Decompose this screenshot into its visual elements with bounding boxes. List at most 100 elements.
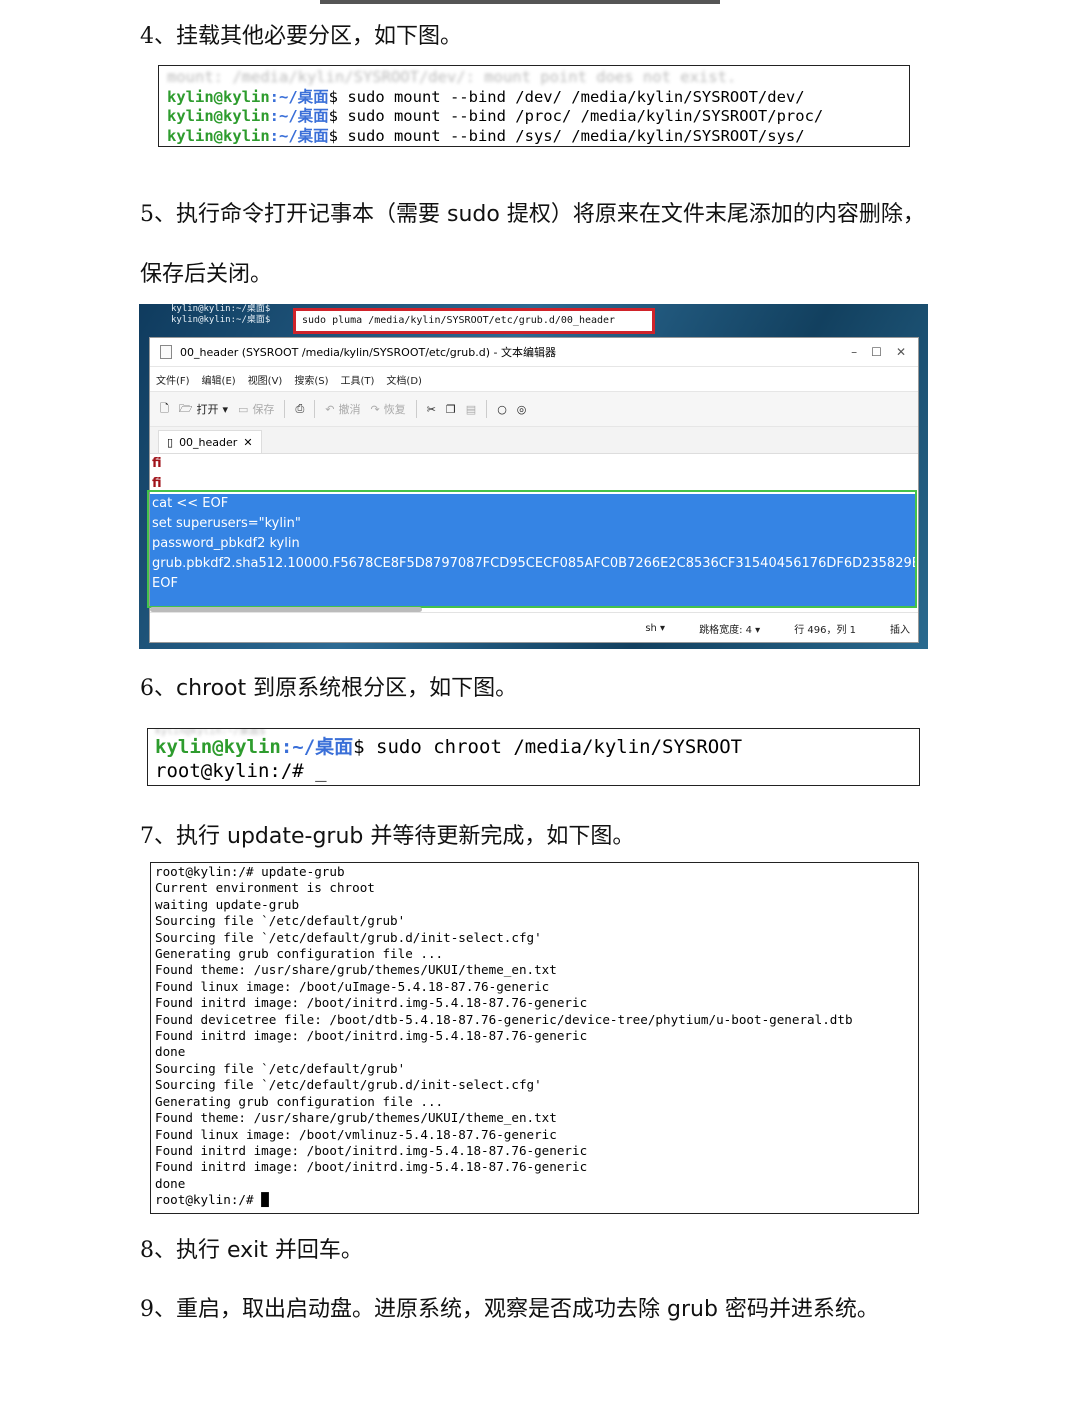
step-6-text: 6、chroot 到原系统根分区，如下图。	[140, 676, 518, 701]
terminal-line: Sourcing file `/etc/default/grub.d/init-…	[155, 929, 542, 945]
menu-bar: 文件(F) 编辑(E) 视图(V) 搜索(S) 工具(T) 文档(D)	[150, 367, 918, 391]
menu-documents[interactable]: 文档(D)	[386, 372, 422, 387]
terminal-line: done	[155, 1044, 186, 1060]
tab-00-header[interactable]: ▯ 00_header ✕	[158, 430, 262, 453]
replace-icon: ◎	[516, 402, 527, 416]
terminal-line: Found initrd image: /boot/initrd.img-5.4…	[155, 995, 588, 1011]
terminal-line: Current environment is chroot	[155, 880, 375, 896]
command-text: $ sudo mount --bind /dev/ /media/kylin/S…	[328, 87, 805, 106]
open-button[interactable]: 🗁 打开 ▾	[179, 400, 228, 419]
find-button[interactable]: ○	[497, 403, 507, 416]
new-document-icon: 🗋	[160, 401, 169, 415]
printer-icon: ⎙	[295, 402, 305, 415]
command-text: $ sudo mount --bind /sys/ /media/kylin/S…	[328, 126, 805, 145]
terminal-line: root@kylin:/# █	[155, 1192, 269, 1208]
close-button[interactable]: ✕	[896, 345, 906, 359]
search-icon: ○	[497, 402, 507, 416]
status-bar: sh ▾ 跳格宽度: 4 ▾ 行 496，列 1 插入	[150, 612, 918, 643]
prompt-path: :~/桌面	[269, 107, 329, 125]
cursor-position: 行 496，列 1	[794, 624, 856, 636]
paste-button[interactable]: ▤	[466, 403, 476, 416]
menu-file[interactable]: 文件(F)	[156, 372, 190, 387]
editor-screenshot: kylin@kylin:~/桌面$ kylin@kylin:~/桌面$ sudo …	[139, 304, 928, 649]
menu-tools[interactable]: 工具(T)	[341, 372, 375, 387]
save-icon: ▭	[238, 402, 249, 416]
document-icon	[160, 345, 172, 359]
language-selector[interactable]: sh ▾	[645, 623, 665, 634]
blurred-line: mount: /media/kylin/SYSROOT/dev/: mount …	[167, 68, 737, 86]
prompt-path: :~/桌面	[280, 736, 354, 758]
terminal-update-grub: root@kylin:/# update-grub Current enviro…	[150, 862, 919, 1214]
tab-width-selector[interactable]: 跳格宽度: 4 ▾	[699, 621, 760, 636]
close-tab-icon[interactable]: ✕	[243, 436, 252, 449]
terminal-line: Found linux image: /boot/uImage-5.4.18-8…	[155, 978, 550, 994]
command-text: $ sudo mount --bind /proc/ /media/kylin/…	[328, 107, 824, 125]
terminal-line: done	[155, 1175, 186, 1191]
copy-icon: ❐	[445, 402, 456, 416]
prompt-user: kylin@kylin	[155, 736, 281, 758]
menu-view[interactable]: 视图(V)	[248, 372, 283, 387]
toolbar: 🗋 🗁 打开 ▾ ▭ 保存 ⎙ ↶ 撤消 ↷ 恢复 ✂ ❐ ▤ ○ ◎	[150, 391, 918, 427]
terminal-line: Sourcing file `/etc/default/grub'	[155, 913, 406, 929]
toolbar-separator	[486, 400, 488, 418]
undo-button[interactable]: ↶ 撤消	[325, 401, 360, 417]
step-8-text: 8、执行 exit 并回车。	[140, 1238, 363, 1263]
terminal-line: Found initrd image: /boot/initrd.img-5.4…	[155, 1142, 588, 1158]
window-title: 00_header (SYSROOT /media/kylin/SYSROOT/…	[180, 346, 556, 359]
terminal-line: Found linux image: /boot/vmlinuz-5.4.18-…	[155, 1126, 557, 1142]
prompt-path: :~/桌面	[269, 126, 329, 145]
terminal-line: kylin@kylin:~/桌面$ sudo chroot /media/kyl…	[155, 735, 912, 759]
prompt-user: kylin@kylin	[167, 126, 270, 145]
redo-icon: ↷	[370, 402, 380, 416]
file-icon: ▯	[167, 435, 174, 449]
window-titlebar: 00_header (SYSROOT /media/kylin/SYSROOT/…	[150, 338, 918, 367]
redo-button[interactable]: ↷ 恢复	[370, 401, 405, 417]
highlight-box	[147, 490, 917, 608]
terminal-line: Found theme: /usr/share/grub/themes/UKUI…	[155, 1110, 557, 1126]
terminal-line: Generating grub configuration file ...	[155, 946, 444, 962]
copy-button[interactable]: ❐	[446, 403, 456, 416]
prompt-path: :~/桌面	[269, 87, 329, 106]
editor-area[interactable]: fi fi cat << EOF set superusers="kylin" …	[147, 454, 918, 612]
paste-icon: ▤	[465, 402, 477, 416]
step-5-line-2: 保存后关闭。	[140, 262, 273, 287]
terminal-line: waiting update-grub	[155, 896, 300, 912]
replace-button[interactable]: ◎	[517, 403, 527, 416]
step-4-text: 4、挂载其他必要分区，如下图。	[140, 24, 462, 49]
maximize-button[interactable]: ☐	[871, 345, 882, 359]
prompt-user: kylin@kylin	[167, 107, 270, 125]
terminal-line: Found devicetree file: /boot/dtb-5.4.18-…	[155, 1011, 853, 1027]
chevron-down-icon: ▾	[222, 402, 229, 416]
horizontal-scrollbar[interactable]	[150, 607, 422, 612]
terminal-line: Found initrd image: /boot/initrd.img-5.4…	[155, 1028, 588, 1044]
code-keyword: fi	[152, 456, 162, 471]
toolbar-separator	[314, 400, 316, 418]
step-5-line-1: 5、执行命令打开记事本（需要 sudo 提权）将原来在文件末尾添加的内容删除，	[140, 202, 925, 227]
new-document-button[interactable]: 🗋	[160, 400, 169, 419]
top-divider	[320, 0, 720, 4]
menu-search[interactable]: 搜索(S)	[294, 372, 328, 387]
command-text: $ sudo chroot /media/kylin/SYSROOT	[353, 736, 743, 758]
tab-label: 00_header	[179, 435, 238, 449]
toolbar-separator	[415, 400, 417, 418]
toolbar-separator	[284, 400, 286, 418]
tab-row: ▯ 00_header ✕	[150, 427, 918, 454]
minimize-button[interactable]: –	[851, 345, 857, 359]
terminal-line: Found initrd image: /boot/initrd.img-5.4…	[155, 1159, 588, 1175]
background-terminal: kylin@kylin:~/桌面$ kylin@kylin:~/桌面$	[171, 304, 271, 325]
terminal-line: Sourcing file `/etc/default/grub'	[155, 1060, 406, 1076]
step-9-text: 9、重启，取出启动盘。进原系统，观察是否成功去除 grub 密码并进系统。	[140, 1297, 879, 1322]
terminal-line: Found theme: /usr/share/grub/themes/UKUI…	[155, 962, 557, 978]
terminal-line: kylin@kylin:~/桌面$ sudo mount --bind /sys…	[167, 127, 901, 147]
terminal-line: kylin@kylin:~/桌面$ sudo mount --bind /dev…	[167, 88, 901, 108]
terminal-mount: mount: /media/kylin/SYSROOT/dev/: mount …	[158, 65, 910, 147]
menu-edit[interactable]: 编辑(E)	[202, 372, 236, 387]
highlighted-command: sudo pluma /media/kylin/SYSROOT/etc/grub…	[293, 308, 655, 334]
terminal-chroot: kylin@kylin:~/桌面$ kylin@kylin:~/桌面$ sudo…	[147, 728, 920, 786]
print-button[interactable]: ⎙	[295, 402, 304, 416]
terminal-line: root@kylin:/# _	[155, 760, 327, 782]
cut-button[interactable]: ✂	[427, 403, 436, 416]
step-7-text: 7、执行 update-grub 并等待更新完成，如下图。	[140, 824, 635, 849]
scissors-icon: ✂	[426, 402, 436, 416]
save-button[interactable]: ▭ 保存	[238, 401, 274, 417]
